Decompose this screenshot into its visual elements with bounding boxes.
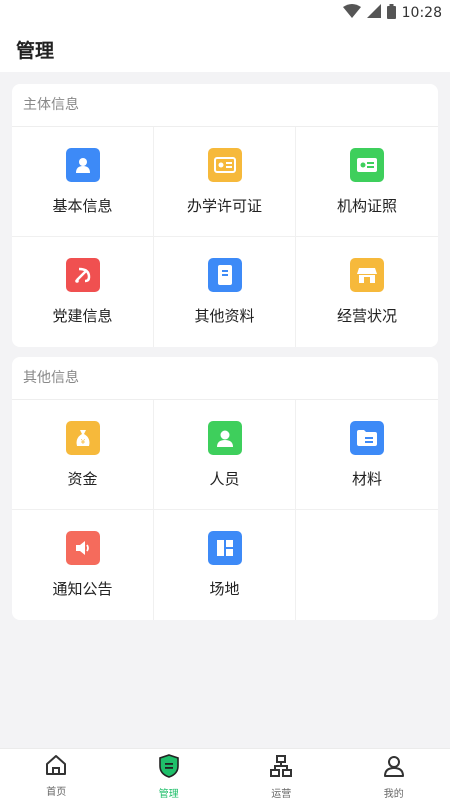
grid-item-label: 场地 bbox=[209, 578, 239, 599]
grid-item-license[interactable]: 办学许可证 bbox=[154, 127, 296, 237]
home-icon bbox=[44, 754, 68, 780]
tab-manage[interactable]: 管理 bbox=[113, 749, 226, 801]
user-card-icon bbox=[66, 148, 100, 182]
grid-item-label: 人员 bbox=[209, 468, 239, 489]
document-icon bbox=[208, 258, 242, 292]
party-emblem-icon bbox=[66, 258, 100, 292]
status-time: 10:28 bbox=[402, 5, 442, 21]
grid-item-operation-status[interactable]: 经营状况 bbox=[296, 237, 438, 347]
id-card-icon bbox=[350, 148, 384, 182]
section-title: 其他信息 bbox=[12, 357, 438, 400]
layout-icon bbox=[208, 531, 242, 565]
grid-item-label: 办学许可证 bbox=[187, 195, 262, 216]
tab-home[interactable]: 首页 bbox=[0, 749, 113, 801]
grid-item-label: 资金 bbox=[67, 468, 97, 489]
grid-item-label: 经营状况 bbox=[337, 305, 397, 326]
grid-item-basic-info[interactable]: 基本信息 bbox=[12, 127, 154, 237]
tab-label: 首页 bbox=[46, 783, 66, 798]
shield-icon bbox=[157, 754, 181, 782]
tab-label: 运营 bbox=[271, 785, 291, 800]
speaker-icon bbox=[66, 531, 100, 565]
grid-item-label: 机构证照 bbox=[337, 195, 397, 216]
grid-item-funds[interactable]: ¥ 资金 bbox=[12, 400, 154, 510]
grid-item-party-info[interactable]: 党建信息 bbox=[12, 237, 154, 347]
grid-item-label: 其他资料 bbox=[194, 305, 254, 326]
grid-item-empty bbox=[296, 510, 438, 620]
folder-icon bbox=[350, 421, 384, 455]
grid-item-notices[interactable]: 通知公告 bbox=[12, 510, 154, 620]
org-chart-icon bbox=[269, 754, 293, 782]
grid-item-materials[interactable]: 材料 bbox=[296, 400, 438, 510]
grid-item-org-license[interactable]: 机构证照 bbox=[296, 127, 438, 237]
grid-item-label: 基本信息 bbox=[52, 195, 112, 216]
battery-icon bbox=[387, 4, 396, 23]
section-title: 主体信息 bbox=[12, 84, 438, 127]
section-grid: 基本信息 办学许可证 机构证照 党建信息 其他资料 bbox=[12, 127, 438, 347]
tab-label: 我的 bbox=[384, 785, 404, 800]
grid-item-label: 党建信息 bbox=[52, 305, 112, 326]
signal-icon bbox=[367, 4, 381, 22]
person-icon bbox=[208, 421, 242, 455]
grid-item-other-docs[interactable]: 其他资料 bbox=[154, 237, 296, 347]
money-bag-icon: ¥ bbox=[66, 421, 100, 455]
header: 管理 bbox=[0, 26, 450, 72]
page-title: 管理 bbox=[16, 36, 54, 63]
section-other-info: 其他信息 ¥ 资金 人员 材料 通知公告 bbox=[12, 357, 438, 620]
status-bar: 10:28 bbox=[0, 0, 450, 26]
grid-item-staff[interactable]: 人员 bbox=[154, 400, 296, 510]
tab-operations[interactable]: 运营 bbox=[225, 749, 338, 801]
grid-item-venue[interactable]: 场地 bbox=[154, 510, 296, 620]
svg-text:¥: ¥ bbox=[80, 438, 85, 446]
store-icon bbox=[350, 258, 384, 292]
bottom-tab-bar: 首页 管理 运营 我的 bbox=[0, 748, 450, 801]
tab-profile[interactable]: 我的 bbox=[338, 749, 450, 801]
status-icons: 10:28 bbox=[343, 4, 442, 22]
tab-label: 管理 bbox=[159, 785, 179, 800]
section-main-info: 主体信息 基本信息 办学许可证 机构证照 党建信息 bbox=[12, 84, 438, 347]
license-icon bbox=[208, 148, 242, 182]
profile-icon bbox=[382, 754, 406, 782]
wifi-icon bbox=[343, 4, 361, 22]
grid-item-label: 通知公告 bbox=[52, 578, 112, 599]
grid-item-label: 材料 bbox=[352, 468, 382, 489]
section-grid: ¥ 资金 人员 材料 通知公告 场地 bbox=[12, 400, 438, 620]
